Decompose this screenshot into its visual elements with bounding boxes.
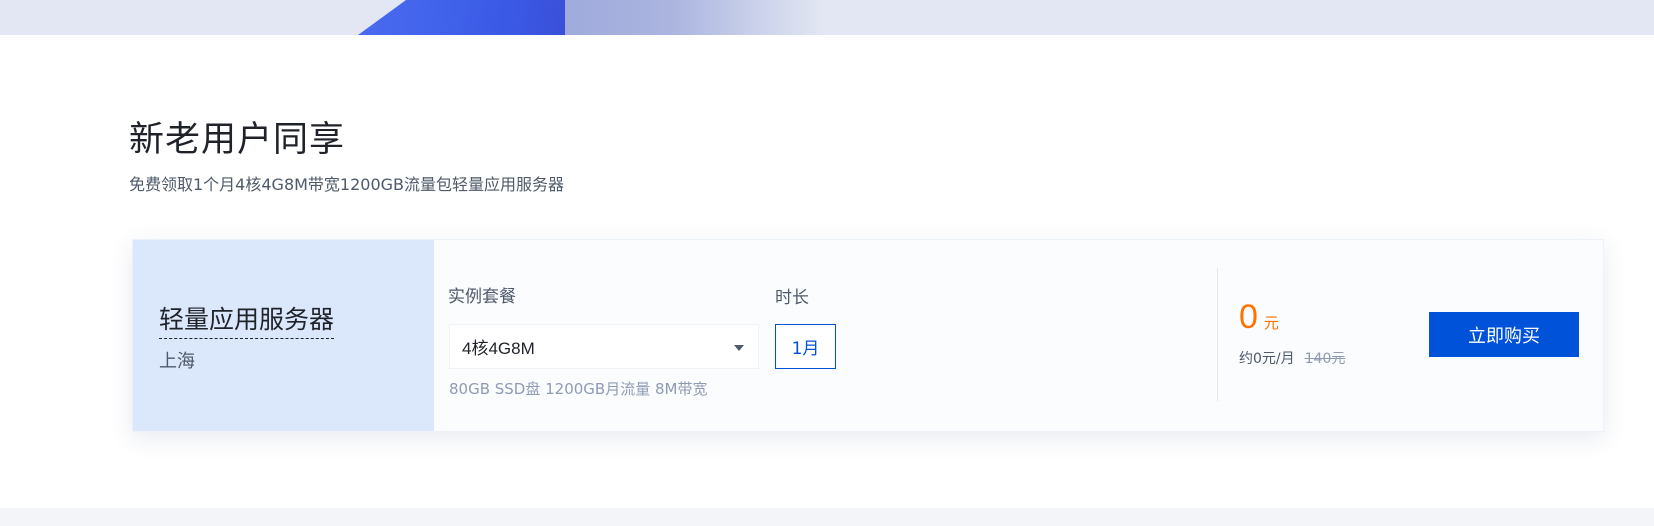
section-subtitle: 免费领取1个月4核4G8M带宽1200GB流量包轻量应用服务器: [129, 175, 565, 194]
region-label: 上海: [159, 351, 195, 372]
banner-fade: [565, 0, 825, 35]
monthly-price-row: 约0元/月 140元: [1239, 348, 1345, 368]
duration-label: 时长: [775, 288, 809, 308]
plan-selected-value: 4核4G8M: [462, 339, 535, 358]
buy-now-button[interactable]: 立即购买: [1429, 312, 1579, 357]
promo-section: 新老用户同享 免费领取1个月4核4G8M带宽1200GB流量包轻量应用服务器 轻…: [0, 35, 1654, 508]
price-value: 0: [1239, 298, 1258, 336]
top-banner: [0, 0, 1654, 35]
bottom-strip: [0, 508, 1654, 526]
price: 0 元: [1239, 300, 1279, 334]
plan-label: 实例套餐: [448, 287, 516, 307]
section-title: 新老用户同享: [129, 120, 346, 160]
product-card: 轻量应用服务器 上海 实例套餐 4核4G8M 80GB SSD盘 1200GB月…: [132, 239, 1604, 432]
original-price: 140元: [1304, 351, 1346, 367]
monthly-price: 约0元/月: [1239, 351, 1295, 367]
plan-spec: 80GB SSD盘 1200GB月流量 8M带宽: [449, 380, 708, 398]
divider: [1217, 268, 1218, 401]
product-name-link[interactable]: 轻量应用服务器: [159, 300, 335, 339]
price-unit: 元: [1263, 314, 1279, 332]
plan-select[interactable]: 4核4G8M: [449, 324, 759, 369]
chevron-down-icon: [734, 345, 744, 351]
banner-shape: [358, 0, 568, 35]
product-info-panel: 轻量应用服务器 上海: [133, 240, 434, 431]
duration-option-1-month[interactable]: 1月: [775, 324, 836, 369]
